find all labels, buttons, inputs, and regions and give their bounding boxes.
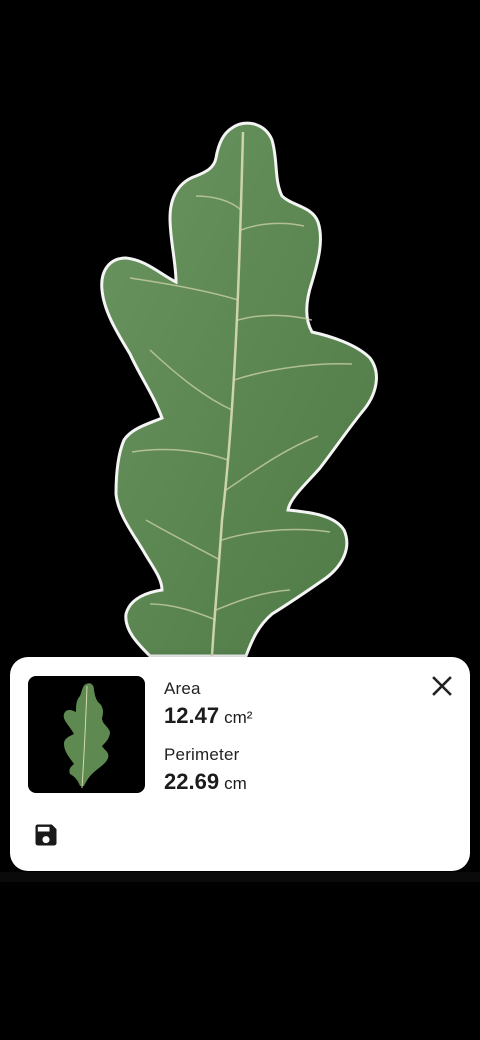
bottom-divider <box>0 872 480 882</box>
area-number: 12.47 <box>164 703 220 728</box>
save-icon <box>35 824 57 846</box>
measurement-result-card: Area 12.47 cm² Perimeter 22.69 cm <box>10 657 470 871</box>
area-unit: cm² <box>224 708 253 727</box>
leaf-thumbnail-image <box>63 683 110 789</box>
perimeter-value: 22.69 cm <box>164 769 247 795</box>
perimeter-label: Perimeter <box>164 745 240 764</box>
save-button[interactable] <box>32 821 60 849</box>
leaf-thumbnail <box>28 676 145 793</box>
app-screen: Area 12.47 cm² Perimeter 22.69 cm <box>0 0 480 1040</box>
close-button[interactable] <box>428 672 456 700</box>
perimeter-number: 22.69 <box>164 769 220 794</box>
leaf-outline <box>100 121 378 658</box>
perimeter-unit: cm <box>224 774 247 793</box>
area-label: Area <box>164 679 201 698</box>
area-value: 12.47 cm² <box>164 703 252 729</box>
close-icon <box>432 676 452 696</box>
